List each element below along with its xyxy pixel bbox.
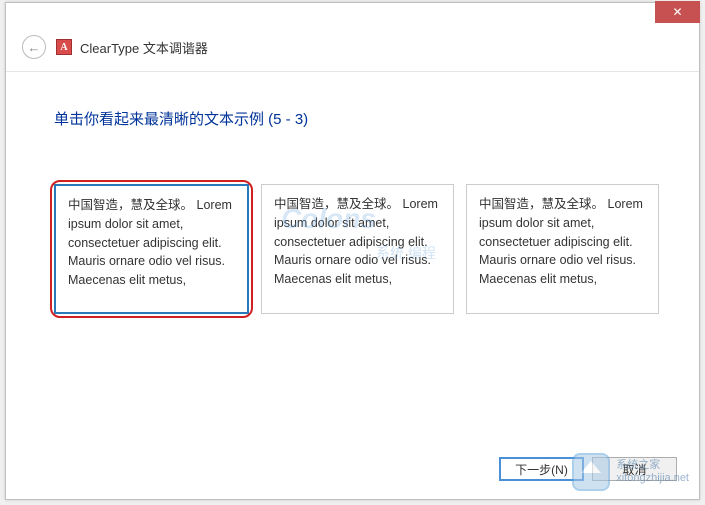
cancel-button[interactable]: 取消 <box>592 457 677 481</box>
sample-container: 中国智造，慧及全球。 Lorem ipsum dolor sit amet, c… <box>54 184 659 314</box>
footer-buttons: 下一步(N) 取消 <box>499 457 677 481</box>
titlebar: ✕ <box>6 3 699 31</box>
next-button[interactable]: 下一步(N) <box>499 457 584 481</box>
text-sample-1[interactable]: 中国智造，慧及全球。 Lorem ipsum dolor sit amet, c… <box>54 184 249 314</box>
text-sample-2[interactable]: 中国智造，慧及全球。 Lorem ipsum dolor sit amet, c… <box>261 184 454 314</box>
instruction-text: 单击你看起来最清晰的文本示例 (5 - 3) <box>54 108 659 129</box>
app-icon: A <box>56 39 72 55</box>
content-area: 单击你看起来最清晰的文本示例 (5 - 3) Colons 系统 编程 中国智造… <box>6 72 699 334</box>
close-icon: ✕ <box>672 5 682 19</box>
sample-text-cn: 中国智造，慧及全球。 <box>274 197 399 211</box>
close-button[interactable]: ✕ <box>655 1 700 23</box>
sample-text-cn: 中国智造，慧及全球。 <box>479 197 604 211</box>
back-button[interactable]: ← <box>22 35 46 59</box>
window: ✕ ← A ClearType 文本调谐器 单击你看起来最清晰的文本示例 (5 … <box>5 2 700 500</box>
text-sample-3[interactable]: 中国智造，慧及全球。 Lorem ipsum dolor sit amet, c… <box>466 184 659 314</box>
sample-text-cn: 中国智造，慧及全球。 <box>68 198 193 212</box>
header: ← A ClearType 文本调谐器 <box>6 31 699 72</box>
back-arrow-icon: ← <box>28 40 41 55</box>
window-title: ClearType 文本调谐器 <box>80 38 208 57</box>
